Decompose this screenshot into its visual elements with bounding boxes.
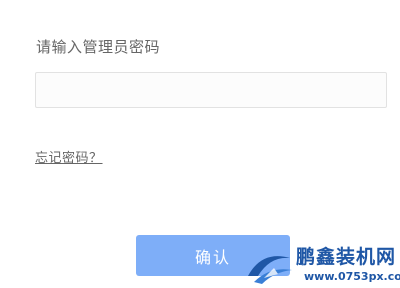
watermark: 鹏鑫装机网 www.0753px.com <box>244 240 400 288</box>
watermark-logo-icon <box>248 256 292 284</box>
password-input[interactable] <box>35 72 387 108</box>
watermark-url: www.0753px.com <box>304 270 400 283</box>
forgot-password-link[interactable]: 忘记密码？ <box>35 150 103 168</box>
password-prompt-label: 请输入管理员密码 <box>36 38 161 56</box>
watermark-brand: 鹏鑫装机网 <box>296 246 397 268</box>
